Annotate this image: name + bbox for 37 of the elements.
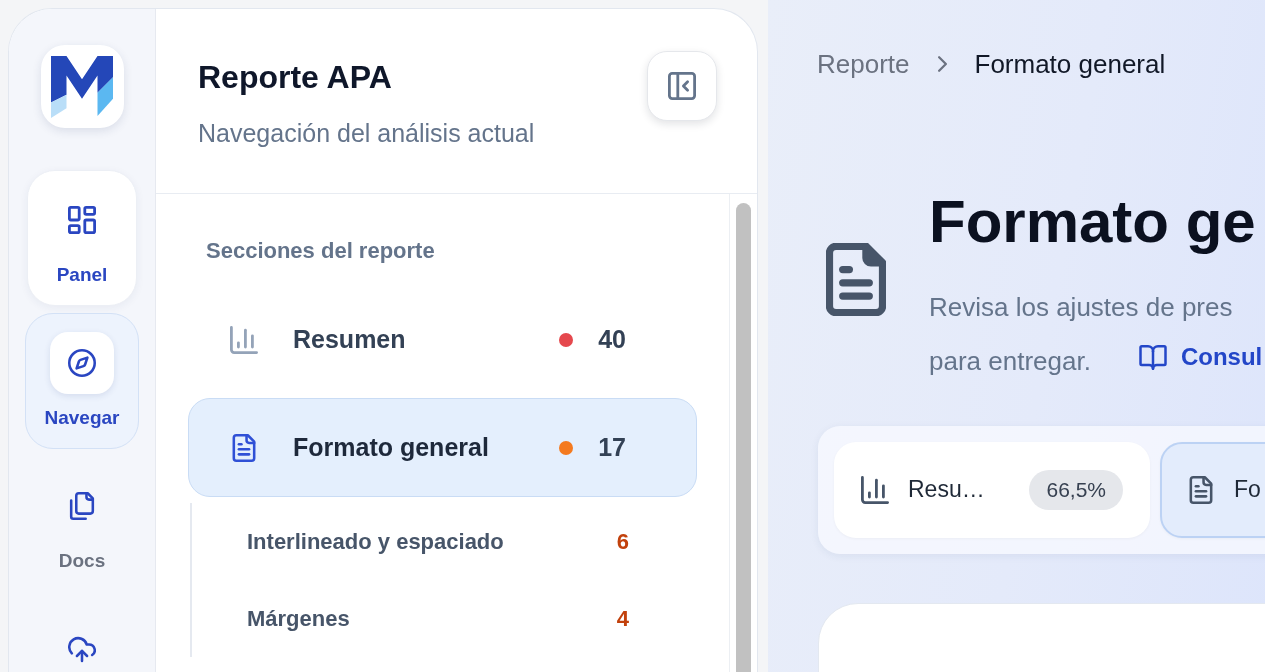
page-description: Revisa los ajustes de pres para entregar. Consul bbox=[929, 282, 1263, 386]
book-icon bbox=[1138, 344, 1167, 370]
documents-icon bbox=[68, 492, 96, 520]
section-nav-item[interactable]: Resumen 40 bbox=[188, 290, 697, 389]
rail-nav-item[interactable]: Docs bbox=[27, 456, 137, 592]
bar-chart-icon bbox=[230, 325, 258, 354]
issue-count: 4 bbox=[616, 605, 629, 632]
breadcrumb-current: Formato general bbox=[974, 48, 1166, 80]
subsection-nav-item[interactable]: Interlineado y espaciado 6 bbox=[208, 503, 697, 580]
section-nav-item[interactable]: Formato general 17 bbox=[188, 398, 697, 497]
document-icon bbox=[1187, 475, 1215, 504]
compass-icon bbox=[50, 332, 114, 394]
rail-nav-item[interactable]: Panel bbox=[27, 170, 137, 306]
sidebar-collapse-icon bbox=[668, 72, 696, 100]
issue-count: 6 bbox=[616, 528, 629, 555]
breadcrumb-link[interactable]: Reporte bbox=[817, 48, 910, 80]
logo-icon bbox=[40, 45, 124, 128]
sidebar-subtitle: Navegación del análisis actual bbox=[198, 118, 535, 148]
document-icon bbox=[826, 243, 886, 317]
rail-nav-item[interactable]: Navegar bbox=[25, 313, 139, 449]
issue-count: 17 bbox=[598, 433, 626, 462]
percentage-badge: 66,5% bbox=[1029, 469, 1123, 510]
page-title: Formato ge bbox=[929, 187, 1257, 257]
guide-link[interactable]: Consul bbox=[1138, 332, 1263, 382]
subsection-nav-item[interactable]: Márgenes 4 bbox=[208, 580, 697, 657]
document-icon bbox=[230, 433, 258, 462]
chevron-right-icon bbox=[937, 56, 947, 72]
section-heading: Secciones del reporte bbox=[205, 239, 435, 263]
issue-count: 40 bbox=[598, 325, 626, 354]
cloud-upload-icon bbox=[68, 635, 96, 663]
collapse-sidebar-button[interactable] bbox=[647, 51, 717, 121]
sidebar-title: Reporte APA bbox=[198, 58, 393, 96]
section-tab[interactable]: Resu… 66,5% bbox=[834, 441, 1150, 538]
grid-icon bbox=[68, 206, 96, 234]
scrollbar-thumb[interactable] bbox=[736, 203, 751, 672]
bar-chart-icon bbox=[861, 475, 889, 504]
section-tab[interactable]: Fo bbox=[1160, 441, 1265, 538]
